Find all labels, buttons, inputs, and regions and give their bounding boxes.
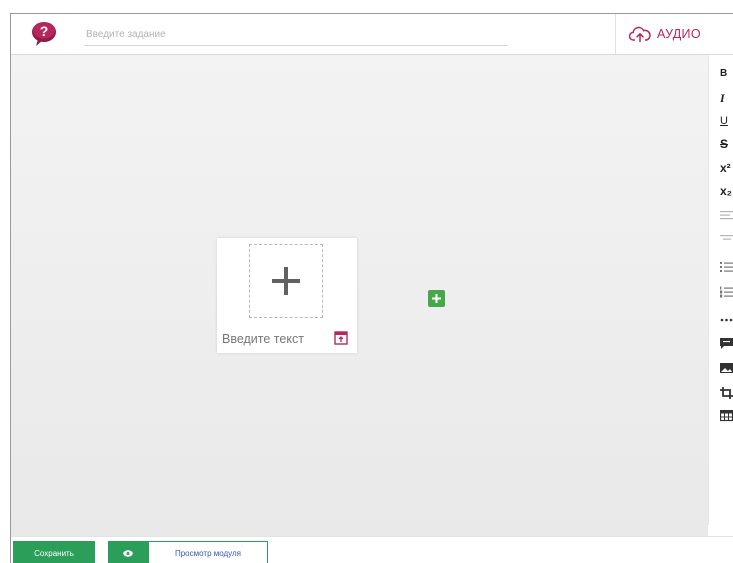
- header-divider: [615, 14, 616, 54]
- bold-button[interactable]: B: [720, 65, 733, 83]
- editor-window: ? АУДИО Введите текст: [10, 13, 733, 563]
- align-center-icon[interactable]: [720, 231, 733, 249]
- unordered-list-icon[interactable]: [720, 258, 733, 276]
- text-block-placeholder[interactable]: Введите текст: [222, 332, 304, 346]
- cloud-upload-icon: [629, 26, 651, 43]
- underline-button[interactable]: U: [720, 112, 733, 130]
- editor-footer: Сохранить Просмотр модуля: [11, 536, 733, 563]
- strikethrough-button[interactable]: S: [720, 135, 733, 153]
- table-icon[interactable]: [720, 407, 733, 425]
- eye-icon: [123, 549, 133, 557]
- align-left-icon[interactable]: [720, 207, 733, 225]
- subscript-button[interactable]: x₂: [720, 182, 733, 200]
- preview-eye-button[interactable]: [108, 541, 148, 563]
- audio-button-label: АУДИО: [657, 27, 701, 41]
- add-block-button[interactable]: [428, 290, 445, 307]
- svg-text:?: ?: [40, 23, 49, 39]
- editor-header: ? АУДИО: [11, 14, 733, 55]
- more-icon[interactable]: [720, 311, 733, 329]
- text-block-card: Введите текст: [217, 238, 357, 353]
- plus-icon: [432, 294, 441, 303]
- italic-button[interactable]: I: [720, 89, 733, 107]
- comment-icon[interactable]: [720, 335, 733, 353]
- save-button[interactable]: Сохранить: [13, 541, 95, 563]
- question-speech-bubble-icon[interactable]: ?: [29, 19, 59, 49]
- module-preview-button[interactable]: Просмотр модуля: [148, 541, 268, 563]
- format-toolbar: B I U S x² x₂: [708, 55, 733, 525]
- plus-icon: [272, 267, 300, 295]
- crop-icon[interactable]: [720, 384, 733, 402]
- audio-upload-button[interactable]: АУДИО: [629, 14, 733, 54]
- image-drop-zone[interactable]: [249, 244, 323, 318]
- ordered-list-icon[interactable]: [720, 283, 733, 301]
- superscript-button[interactable]: x²: [720, 159, 733, 177]
- upload-icon[interactable]: [334, 331, 348, 345]
- task-input[interactable]: [84, 24, 508, 46]
- editor-canvas: Введите текст: [11, 55, 708, 536]
- image-icon[interactable]: [720, 360, 733, 378]
